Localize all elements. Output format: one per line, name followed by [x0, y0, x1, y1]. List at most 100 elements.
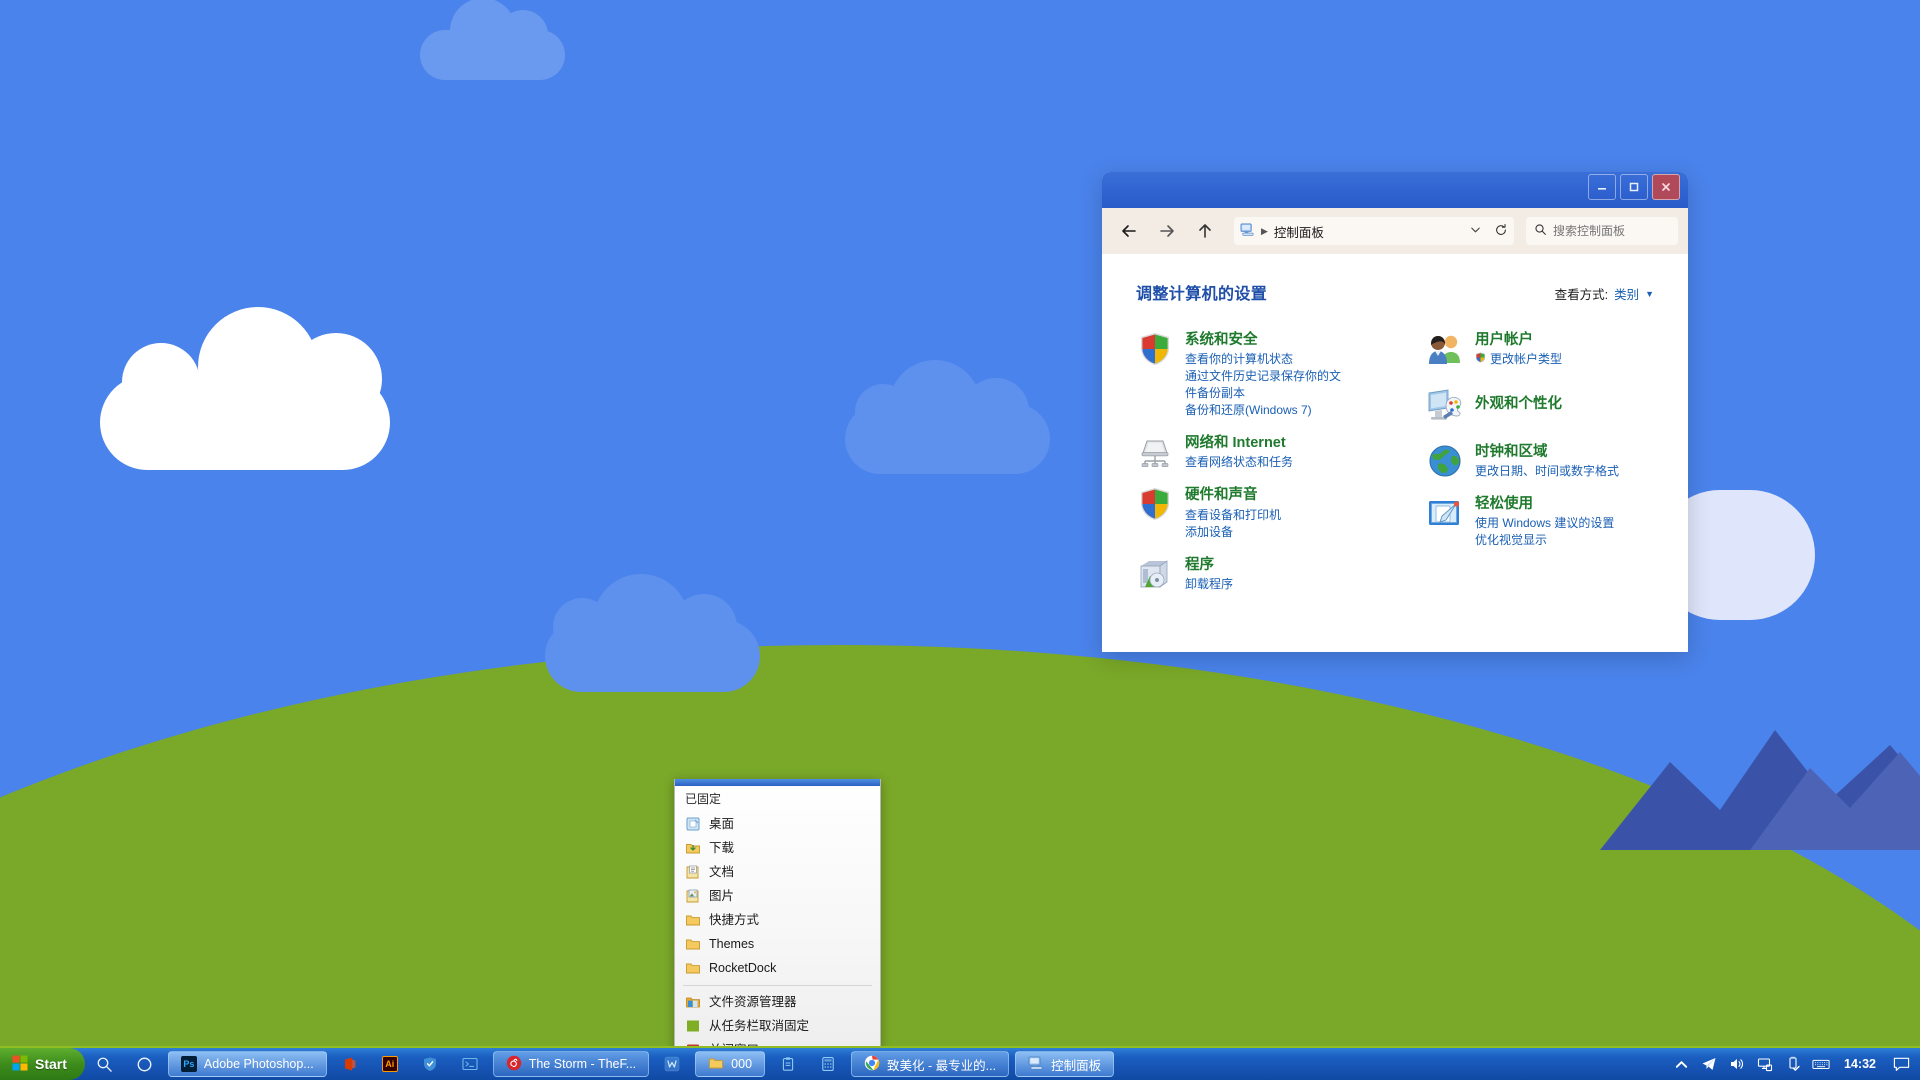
taskbar-jumplist[interactable]: 已固定 桌面 下载 文档 图片 快捷方式 Themes RocketDock 文…	[674, 779, 881, 1063]
jumplist-item-downloads[interactable]: 下载	[675, 836, 880, 860]
refresh-icon[interactable]	[1494, 223, 1508, 240]
category-title[interactable]: 网络和 Internet	[1185, 434, 1293, 452]
category-column-right: 用户帐户 更改帐户类型 外观和个性化 时钟和区域 更改日期、时间或数字格式 轻松…	[1426, 330, 1654, 607]
chevron-down-icon[interactable]	[1469, 223, 1482, 239]
jumplist-action-file-explorer[interactable]: 文件资源管理器	[675, 990, 880, 1014]
globe-icon	[1426, 442, 1464, 480]
category-link[interactable]: 查看设备和打印机	[1185, 507, 1281, 524]
start-button[interactable]: Start	[0, 1048, 85, 1080]
category-title[interactable]: 轻松使用	[1475, 495, 1614, 513]
category-link[interactable]: 卸载程序	[1185, 576, 1233, 593]
category-ease-of-access[interactable]: 轻松使用 使用 Windows 建议的设置 优化视觉显示	[1426, 494, 1654, 549]
search-input[interactable]	[1553, 224, 1670, 238]
category-title[interactable]: 硬件和声音	[1185, 486, 1281, 504]
chrome-icon	[864, 1055, 880, 1074]
taskbar-task-calculator[interactable]	[808, 1048, 848, 1080]
page-title: 调整计算机的设置	[1136, 286, 1268, 303]
category-link[interactable]: 备份和还原(Windows 7)	[1185, 402, 1345, 419]
taskbar-task-photoshop[interactable]: Ps Adobe Photoshop...	[167, 1051, 327, 1077]
taskbar-task-netease-music[interactable]: The Storm - TheF...	[492, 1051, 650, 1077]
users-icon	[1426, 330, 1464, 368]
documents-folder-icon	[685, 864, 701, 880]
taskbar-task-clipboard[interactable]	[768, 1048, 808, 1080]
jumplist-action-unpin[interactable]: 从任务栏取消固定	[675, 1014, 880, 1038]
view-by-control[interactable]: 查看方式: 类别 ▼	[1555, 284, 1654, 303]
control-panel-icon	[1240, 222, 1255, 240]
taskbar-task-folder-000[interactable]: 000	[695, 1051, 766, 1077]
jumplist-item-pictures[interactable]: 图片	[675, 884, 880, 908]
category-link[interactable]: 更改日期、时间或数字格式	[1475, 463, 1619, 480]
jumplist-item-rocketdock[interactable]: RocketDock	[675, 956, 880, 980]
category-hardware-and-sound[interactable]: 硬件和声音 查看设备和打印机 添加设备	[1136, 485, 1416, 540]
category-title[interactable]: 时钟和区域	[1475, 443, 1619, 461]
start-button-label: Start	[35, 1056, 67, 1072]
control-panel-window[interactable]: ▶ 控制面板 调整计算机的设置 查看方式:	[1102, 172, 1688, 652]
taskbar-search-button[interactable]	[85, 1048, 125, 1080]
category-title[interactable]: 系统和安全	[1185, 331, 1345, 349]
network-icon	[1136, 433, 1174, 471]
jumplist-item-label: 快捷方式	[709, 913, 760, 927]
keyboard-icon[interactable]	[1808, 1048, 1834, 1080]
category-appearance-and-personalization[interactable]: 外观和个性化	[1426, 386, 1654, 424]
forward-button[interactable]	[1150, 214, 1184, 248]
palette-icon	[1426, 386, 1464, 424]
chevron-down-icon[interactable]: ▼	[1645, 289, 1654, 299]
cortana-button[interactable]	[125, 1048, 165, 1080]
category-link-change-account-type[interactable]: 更改帐户类型	[1475, 351, 1562, 368]
jumplist-item-documents[interactable]: 文档	[675, 860, 880, 884]
category-clock-and-region[interactable]: 时钟和区域 更改日期、时间或数字格式	[1426, 442, 1654, 480]
back-button[interactable]	[1112, 214, 1146, 248]
jumplist-item-shortcuts[interactable]: 快捷方式	[675, 908, 880, 932]
taskbar-task-security[interactable]	[410, 1048, 450, 1080]
taskbar-task-wps[interactable]	[652, 1048, 692, 1080]
maximize-button[interactable]	[1620, 174, 1648, 200]
taskbar[interactable]: Start Ps Adobe Photoshop... Ai The Storm…	[0, 1046, 1920, 1080]
cloud-decoration	[545, 574, 760, 692]
category-link[interactable]: 添加设备	[1185, 524, 1281, 541]
breadcrumb-separator: ▶	[1261, 225, 1268, 236]
action-center-icon[interactable]	[1886, 1048, 1916, 1080]
breadcrumb-current[interactable]: 控制面板	[1274, 222, 1463, 241]
desktop-background[interactable]: ▶ 控制面板 调整计算机的设置 查看方式:	[0, 0, 1920, 1080]
category-network-and-internet[interactable]: 网络和 Internet 查看网络状态和任务	[1136, 433, 1416, 471]
taskbar-task-control-panel[interactable]: 控制面板	[1015, 1051, 1115, 1077]
jumplist-item-desktop[interactable]: 桌面	[675, 812, 880, 836]
up-button[interactable]	[1188, 214, 1222, 248]
address-bar[interactable]: ▶ 控制面板	[1234, 217, 1514, 245]
jumplist-item-label: 图片	[709, 889, 735, 903]
category-link[interactable]: 使用 Windows 建议的设置	[1475, 515, 1614, 532]
category-title[interactable]: 外观和个性化	[1475, 395, 1562, 413]
category-title[interactable]: 用户帐户	[1475, 331, 1562, 349]
telegram-icon[interactable]	[1696, 1048, 1722, 1080]
category-link[interactable]: 查看网络状态和任务	[1185, 454, 1293, 471]
taskbar-task-illustrator[interactable]: Ai	[370, 1048, 410, 1080]
control-panel-icon	[1028, 1055, 1044, 1074]
jumplist-item-themes[interactable]: Themes	[675, 932, 880, 956]
system-tray[interactable]: 14:32	[1668, 1048, 1920, 1080]
category-link[interactable]: 优化视觉显示	[1475, 532, 1614, 549]
network-icon[interactable]	[1752, 1048, 1778, 1080]
chevron-up-icon[interactable]	[1668, 1048, 1694, 1080]
search-box[interactable]	[1526, 217, 1678, 245]
window-titlebar[interactable]	[1102, 172, 1688, 208]
category-programs[interactable]: 程序 卸载程序	[1136, 555, 1416, 593]
close-button[interactable]	[1652, 174, 1680, 200]
category-link[interactable]: 通过文件历史记录保存你的文件备份副本	[1185, 368, 1345, 402]
taskbar-clock[interactable]: 14:32	[1836, 1057, 1884, 1071]
taskbar-task-office[interactable]	[330, 1048, 370, 1080]
folder-icon	[708, 1055, 724, 1074]
folder-icon	[685, 936, 701, 952]
usb-eject-icon[interactable]	[1780, 1048, 1806, 1080]
view-by-value[interactable]: 类别	[1614, 284, 1639, 303]
window-toolbar[interactable]: ▶ 控制面板	[1102, 208, 1688, 254]
volume-icon[interactable]	[1724, 1048, 1750, 1080]
jumplist-item-label: 桌面	[709, 817, 735, 831]
category-user-accounts[interactable]: 用户帐户 更改帐户类型	[1426, 330, 1654, 368]
category-system-and-security[interactable]: 系统和安全 查看你的计算机状态 通过文件历史记录保存你的文件备份副本 备份和还原…	[1136, 330, 1416, 419]
minimize-button[interactable]	[1588, 174, 1616, 200]
taskbar-task-terminal[interactable]	[450, 1048, 490, 1080]
desktop-folder-icon	[685, 816, 701, 832]
category-title[interactable]: 程序	[1185, 556, 1233, 574]
category-link[interactable]: 查看你的计算机状态	[1185, 351, 1345, 368]
taskbar-task-chrome[interactable]: 致美化 - 最专业的...	[851, 1051, 1010, 1077]
